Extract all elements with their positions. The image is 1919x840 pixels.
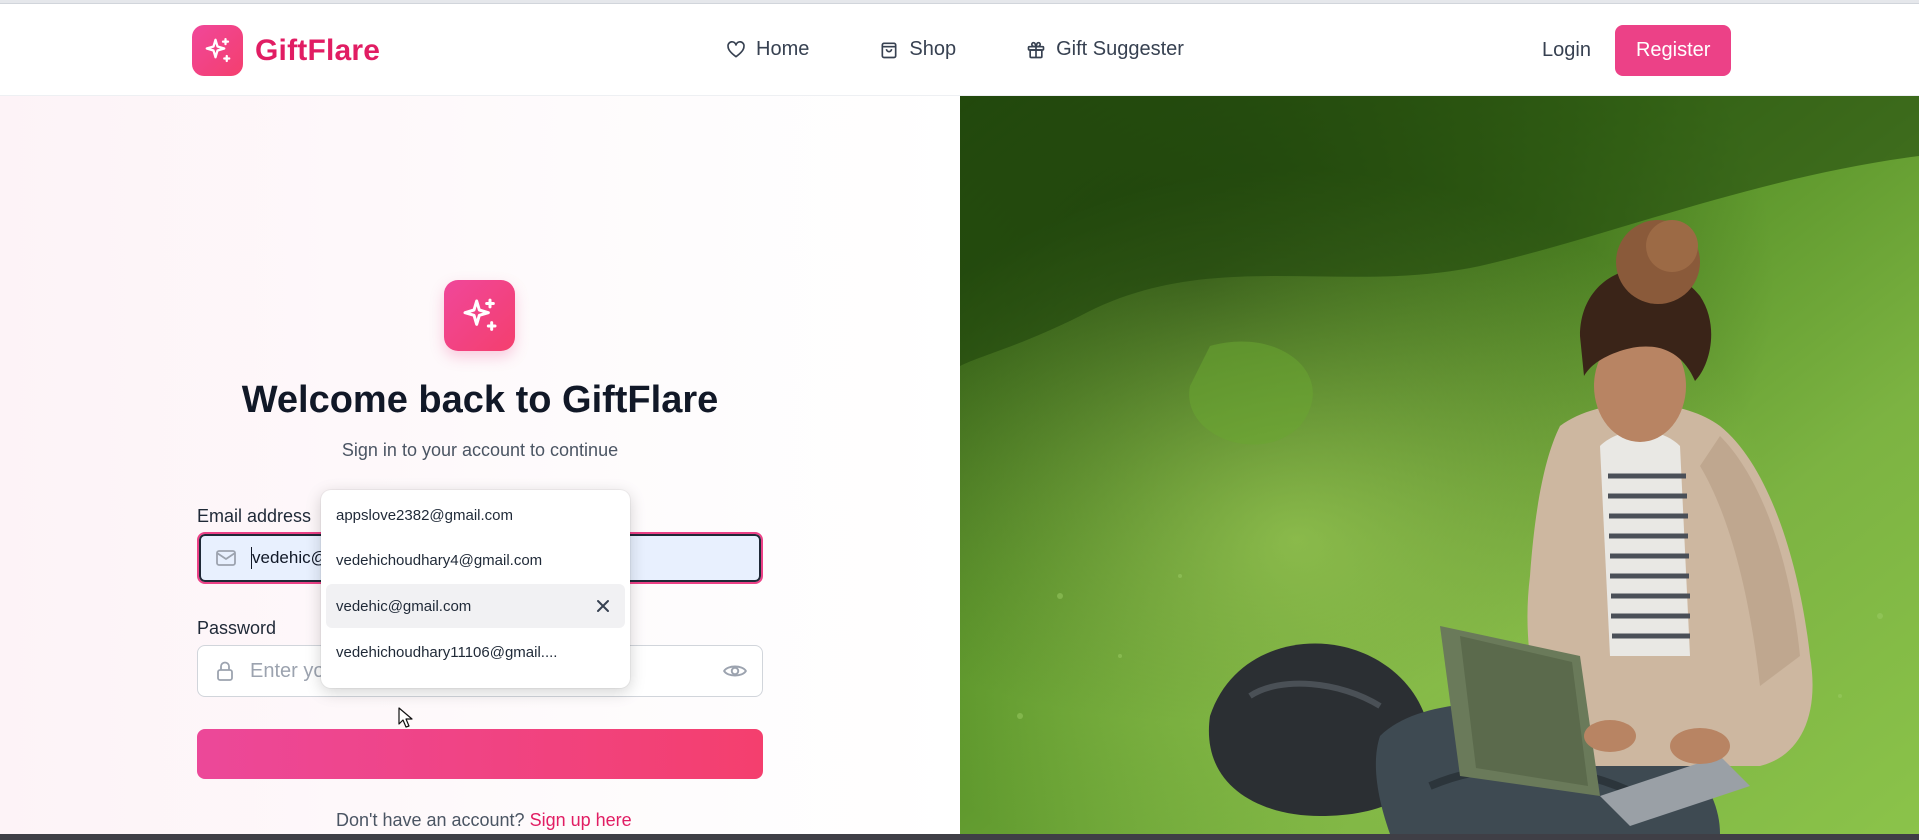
- nav-home-label: Home: [756, 38, 810, 60]
- mail-icon: [216, 550, 236, 566]
- autofill-option[interactable]: vedehichoudhary11106@gmail....: [326, 630, 625, 674]
- autofill-option[interactable]: appslove2382@gmail.com: [326, 493, 625, 537]
- heart-icon: [727, 40, 745, 58]
- login-panel: Welcome back to GiftFlare Sign in to you…: [0, 96, 960, 834]
- autofill-option-highlighted[interactable]: vedehic@gmail.com: [326, 584, 625, 628]
- autofill-option-label: vedehic@gmail.com: [336, 597, 472, 615]
- site-header: GiftFlare Home Shop Gift Suggester Login…: [0, 4, 1919, 96]
- nav-home[interactable]: Home: [726, 38, 809, 61]
- page-title: Welcome back to GiftFlare: [241, 379, 719, 421]
- close-icon[interactable]: [595, 598, 611, 614]
- main-nav: Home Shop Gift Suggester: [726, 38, 1254, 61]
- register-button[interactable]: Register: [1614, 25, 1732, 76]
- student-on-grass-photo: [960, 96, 1919, 834]
- sign-in-button[interactable]: [197, 729, 763, 779]
- gift-icon: [1027, 41, 1045, 58]
- brand-name: GiftFlare: [255, 33, 381, 67]
- login-link[interactable]: Login: [1542, 39, 1591, 62]
- nav-shop[interactable]: Shop: [879, 38, 956, 61]
- page-subtitle: Sign in to your account to continue: [341, 440, 619, 460]
- sparkles-icon: [192, 25, 243, 76]
- hero-photo: [960, 96, 1919, 834]
- shopping-bag-icon: [881, 42, 897, 58]
- sparkles-icon: [444, 280, 515, 351]
- signup-link[interactable]: Sign up here: [530, 810, 632, 830]
- autofill-option[interactable]: vedehichoudhary4@gmail.com: [326, 538, 625, 582]
- nav-shop-label: Shop: [909, 38, 957, 60]
- signup-prompt-row: Don't have an account? Sign up here: [336, 810, 632, 831]
- signup-prompt: Don't have an account?: [336, 810, 525, 830]
- mouse-cursor-icon: [398, 707, 413, 728]
- eye-icon[interactable]: [722, 658, 748, 684]
- autofill-dropdown: appslove2382@gmail.com vedehichoudhary4@…: [321, 490, 630, 688]
- window-bottom-bar: [0, 834, 1919, 840]
- nav-gift-suggester-label: Gift Suggester: [1056, 38, 1184, 60]
- password-placeholder: Enter yo: [250, 659, 325, 682]
- nav-gift-suggester[interactable]: Gift Suggester: [1026, 38, 1184, 61]
- password-label: Password: [197, 618, 277, 638]
- brand[interactable]: GiftFlare: [192, 25, 380, 76]
- auth-actions: Login Register: [1542, 25, 1732, 76]
- lock-icon: [217, 661, 233, 681]
- email-label: Email address: [197, 506, 312, 526]
